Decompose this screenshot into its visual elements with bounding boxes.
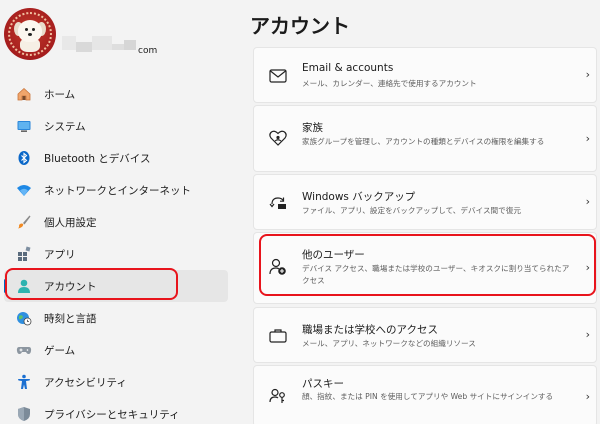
globe-clock-icon xyxy=(16,310,32,326)
card-email-accounts[interactable]: Email & accounts メール、カレンダー、連絡先で使用するアカウント… xyxy=(253,47,597,103)
card-description: メール、カレンダー、連絡先で使用するアカウント xyxy=(302,79,477,88)
avatar-dog-eye xyxy=(25,28,28,31)
passkey-icon xyxy=(268,386,288,406)
apps-icon xyxy=(16,246,32,262)
accessibility-icon xyxy=(16,374,32,390)
brush-icon xyxy=(16,214,32,230)
card-description: 家族グループを管理し、アカウントの種類とデバイスの権限を編集する xyxy=(302,137,545,146)
page-title: アカウント xyxy=(250,14,350,38)
user-profile[interactable]: com xyxy=(4,8,234,68)
avatar[interactable] xyxy=(4,8,56,60)
system-icon xyxy=(16,118,32,134)
sidebar-item-label: ホーム xyxy=(44,88,76,101)
sidebar-item-apps[interactable]: アプリ xyxy=(4,238,228,270)
wifi-icon xyxy=(16,182,32,198)
sidebar-item-time-language[interactable]: 時刻と言語 xyxy=(4,302,228,334)
sidebar-item-gaming[interactable]: ゲーム xyxy=(4,334,228,366)
card-passkey[interactable]: パスキー 顔、指紋、または PIN を使用してアプリや Web サイトにサインイ… xyxy=(253,365,597,424)
chevron-right-icon: › xyxy=(585,390,590,403)
sidebar-item-label: プライバシーとセキュリティ xyxy=(44,408,180,421)
gamepad-icon xyxy=(16,342,32,358)
highlight-box xyxy=(5,268,178,300)
card-family[interactable]: 家族 家族グループを管理し、アカウントの種類とデバイスの権限を編集する › xyxy=(253,105,597,172)
sidebar: com ホーム システム Bluetooth とデバイス ネットワークとインター… xyxy=(0,0,236,424)
chevron-right-icon: › xyxy=(585,68,590,81)
sidebar-item-privacy-security[interactable]: プライバシーとセキュリティ xyxy=(4,398,228,424)
card-windows-backup[interactable]: Windows バックアップ ファイル、アプリ、設定をバックアップして、デバイス… xyxy=(253,174,597,230)
family-heart-icon xyxy=(268,128,288,148)
sidebar-item-label: システム xyxy=(44,120,86,133)
highlight-box xyxy=(259,234,596,296)
blurred-username xyxy=(62,36,136,52)
briefcase-icon xyxy=(268,326,288,346)
sidebar-nav: ホーム システム Bluetooth とデバイス ネットワークとインターネット … xyxy=(0,78,236,424)
chevron-right-icon: › xyxy=(585,195,590,208)
sidebar-item-label: 時刻と言語 xyxy=(44,312,97,325)
avatar-dog-nose xyxy=(28,33,32,36)
backup-icon xyxy=(268,193,288,213)
bluetooth-icon xyxy=(16,150,32,166)
sidebar-item-label: ゲーム xyxy=(44,344,76,357)
card-description: 顔、指紋、または PIN を使用してアプリや Web サイトにサインインする xyxy=(302,392,554,401)
email-suffix: com xyxy=(138,46,158,56)
sidebar-item-personalization[interactable]: 個人用設定 xyxy=(4,206,228,238)
mail-icon xyxy=(268,66,288,86)
avatar-dog-eye xyxy=(32,28,35,31)
sidebar-item-label: Bluetooth とデバイス xyxy=(44,152,151,165)
card-title: パスキー xyxy=(302,378,344,390)
chevron-right-icon: › xyxy=(585,328,590,341)
sidebar-item-label: アクセシビリティ xyxy=(44,376,127,389)
avatar-dog-head xyxy=(18,20,42,42)
sidebar-item-label: ネットワークとインターネット xyxy=(44,184,191,197)
card-title: 職場または学校へのアクセス xyxy=(302,324,438,336)
card-description: ファイル、アプリ、設定をバックアップして、デバイス間で復元 xyxy=(302,206,521,215)
card-title: 家族 xyxy=(302,122,323,134)
sidebar-item-bluetooth[interactable]: Bluetooth とデバイス xyxy=(4,142,228,174)
shield-icon xyxy=(16,406,32,422)
card-work-school[interactable]: 職場または学校へのアクセス メール、アプリ、ネットワークなどの組織リソース › xyxy=(253,307,597,363)
card-description: メール、アプリ、ネットワークなどの組織リソース xyxy=(302,339,476,348)
chevron-right-icon: › xyxy=(585,132,590,145)
sidebar-item-network[interactable]: ネットワークとインターネット xyxy=(4,174,228,206)
sidebar-item-home[interactable]: ホーム xyxy=(4,78,228,110)
sidebar-item-label: 個人用設定 xyxy=(44,216,97,229)
card-title: Windows バックアップ xyxy=(302,191,416,203)
sidebar-item-label: アプリ xyxy=(44,248,76,261)
home-icon xyxy=(16,86,32,102)
sidebar-item-system[interactable]: システム xyxy=(4,110,228,142)
sidebar-item-accessibility[interactable]: アクセシビリティ xyxy=(4,366,228,398)
card-title: Email & accounts xyxy=(302,62,394,74)
